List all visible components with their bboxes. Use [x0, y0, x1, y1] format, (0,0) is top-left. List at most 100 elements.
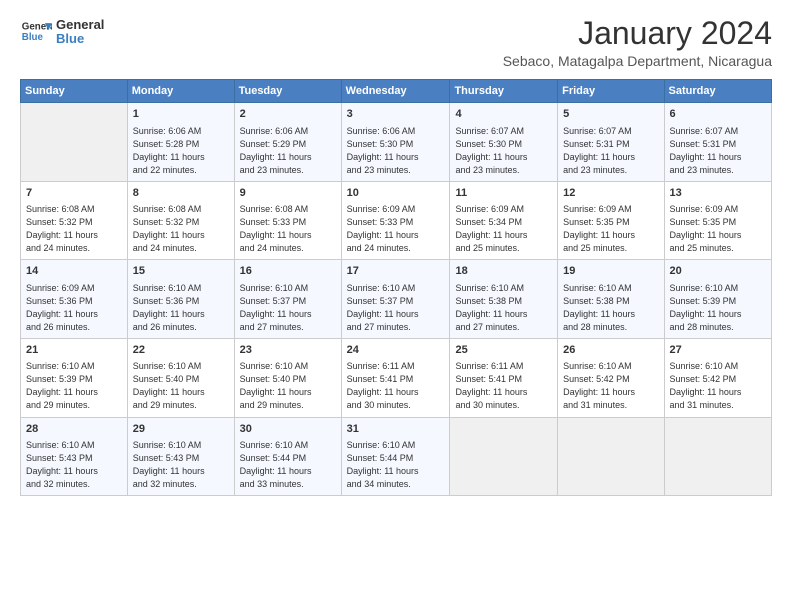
calendar-cell	[450, 417, 558, 496]
calendar-cell: 24 Sunrise: 6:11 AMSunset: 5:41 PMDayligh…	[341, 338, 450, 417]
month-title: January 2024	[503, 16, 772, 51]
day-number: 4	[455, 107, 552, 122]
calendar-cell: 11 Sunrise: 6:09 AMSunset: 5:34 PMDayligh…	[450, 181, 558, 260]
calendar-cell: 30 Sunrise: 6:10 AMSunset: 5:44 PMDayligh…	[234, 417, 341, 496]
day-number: 19	[563, 264, 658, 279]
day-number: 5	[563, 107, 658, 122]
day-number: 18	[455, 264, 552, 279]
calendar-week-1: 7 Sunrise: 6:08 AMSunset: 5:32 PMDaylight…	[21, 181, 772, 260]
day-number: 15	[133, 264, 229, 279]
calendar-cell: 26 Sunrise: 6:10 AMSunset: 5:42 PMDayligh…	[558, 338, 664, 417]
day-number: 20	[670, 264, 766, 279]
calendar-cell: 4 Sunrise: 6:07 AMSunset: 5:30 PMDaylight…	[450, 103, 558, 182]
calendar-week-3: 21 Sunrise: 6:10 AMSunset: 5:39 PMDayligh…	[21, 338, 772, 417]
day-info: Sunrise: 6:10 AMSunset: 5:39 PMDaylight:…	[26, 360, 122, 412]
logo: General Blue General Blue	[20, 16, 104, 48]
day-info: Sunrise: 6:10 AMSunset: 5:43 PMDaylight:…	[26, 439, 122, 491]
day-info: Sunrise: 6:10 AMSunset: 5:42 PMDaylight:…	[563, 360, 658, 412]
calendar-cell: 16 Sunrise: 6:10 AMSunset: 5:37 PMDayligh…	[234, 260, 341, 339]
day-info: Sunrise: 6:07 AMSunset: 5:31 PMDaylight:…	[670, 125, 766, 177]
logo-blue-text: Blue	[56, 32, 104, 46]
col-header-monday: Monday	[127, 80, 234, 103]
logo-text: General Blue	[56, 18, 104, 47]
day-number: 26	[563, 343, 658, 358]
day-number: 10	[347, 186, 445, 201]
col-header-sunday: Sunday	[21, 80, 128, 103]
calendar-cell: 17 Sunrise: 6:10 AMSunset: 5:37 PMDayligh…	[341, 260, 450, 339]
calendar-cell: 2Sunrise: 6:06 AMSunset: 5:29 PMDaylight…	[234, 103, 341, 182]
day-number: 12	[563, 186, 658, 201]
day-number: 9	[240, 186, 336, 201]
day-number: 17	[347, 264, 445, 279]
calendar-cell	[21, 103, 128, 182]
calendar-cell: 13Sunrise: 6:09 AMSunset: 5:35 PMDayligh…	[664, 181, 771, 260]
calendar-cell: 25Sunrise: 6:11 AMSunset: 5:41 PMDayligh…	[450, 338, 558, 417]
calendar-cell: 12 Sunrise: 6:09 AMSunset: 5:35 PMDayligh…	[558, 181, 664, 260]
col-header-friday: Friday	[558, 80, 664, 103]
day-number: 24	[347, 343, 445, 358]
day-info: Sunrise: 6:09 AMSunset: 5:34 PMDaylight:…	[455, 203, 552, 255]
col-header-saturday: Saturday	[664, 80, 771, 103]
day-number: 2	[240, 107, 336, 122]
day-info: Sunrise: 6:10 AMSunset: 5:40 PMDaylight:…	[133, 360, 229, 412]
calendar-cell: 27 Sunrise: 6:10 AMSunset: 5:42 PMDayligh…	[664, 338, 771, 417]
day-info: Sunrise: 6:09 AMSunset: 5:35 PMDaylight:…	[563, 203, 658, 255]
day-info: Sunrise: 6:11 AMSunset: 5:41 PMDaylight:…	[455, 360, 552, 412]
day-info: Sunrise: 6:10 AMSunset: 5:40 PMDaylight:…	[240, 360, 336, 412]
day-number: 27	[670, 343, 766, 358]
calendar-cell: 18 Sunrise: 6:10 AMSunset: 5:38 PMDayligh…	[450, 260, 558, 339]
calendar-cell: 14 Sunrise: 6:09 AMSunset: 5:36 PMDayligh…	[21, 260, 128, 339]
day-number: 7	[26, 186, 122, 201]
day-info: Sunrise: 6:09 AMSunset: 5:36 PMDaylight:…	[26, 282, 122, 334]
calendar-cell: 3 Sunrise: 6:06 AMSunset: 5:30 PMDaylight…	[341, 103, 450, 182]
day-info: Sunrise: 6:10 AMSunset: 5:37 PMDaylight:…	[347, 282, 445, 334]
calendar-cell: 29 Sunrise: 6:10 AMSunset: 5:43 PMDayligh…	[127, 417, 234, 496]
day-info: Sunrise: 6:10 AMSunset: 5:38 PMDaylight:…	[455, 282, 552, 334]
day-info: Sunrise: 6:07 AMSunset: 5:31 PMDaylight:…	[563, 125, 658, 177]
day-number: 11	[455, 186, 552, 201]
day-info: Sunrise: 6:10 AMSunset: 5:37 PMDaylight:…	[240, 282, 336, 334]
calendar-week-4: 28Sunrise: 6:10 AMSunset: 5:43 PMDayligh…	[21, 417, 772, 496]
col-header-wednesday: Wednesday	[341, 80, 450, 103]
col-header-thursday: Thursday	[450, 80, 558, 103]
day-info: Sunrise: 6:09 AMSunset: 5:35 PMDaylight:…	[670, 203, 766, 255]
calendar-header-row: SundayMondayTuesdayWednesdayThursdayFrid…	[21, 80, 772, 103]
calendar-cell: 8Sunrise: 6:08 AMSunset: 5:32 PMDaylight…	[127, 181, 234, 260]
calendar-cell: 6Sunrise: 6:07 AMSunset: 5:31 PMDaylight…	[664, 103, 771, 182]
calendar-cell: 1Sunrise: 6:06 AMSunset: 5:28 PMDaylight…	[127, 103, 234, 182]
calendar-cell: 20 Sunrise: 6:10 AMSunset: 5:39 PMDayligh…	[664, 260, 771, 339]
day-info: Sunrise: 6:08 AMSunset: 5:33 PMDaylight:…	[240, 203, 336, 255]
day-info: Sunrise: 6:10 AMSunset: 5:36 PMDaylight:…	[133, 282, 229, 334]
calendar-cell: 28Sunrise: 6:10 AMSunset: 5:43 PMDayligh…	[21, 417, 128, 496]
logo-general-text: General	[56, 18, 104, 32]
calendar-cell	[558, 417, 664, 496]
day-info: Sunrise: 6:10 AMSunset: 5:44 PMDaylight:…	[240, 439, 336, 491]
day-number: 22	[133, 343, 229, 358]
day-number: 1	[133, 107, 229, 122]
calendar-page: General Blue General Blue January 2024 S…	[0, 0, 792, 612]
day-info: Sunrise: 6:11 AMSunset: 5:41 PMDaylight:…	[347, 360, 445, 412]
day-info: Sunrise: 6:06 AMSunset: 5:30 PMDaylight:…	[347, 125, 445, 177]
calendar-week-2: 14 Sunrise: 6:09 AMSunset: 5:36 PMDayligh…	[21, 260, 772, 339]
day-info: Sunrise: 6:09 AMSunset: 5:33 PMDaylight:…	[347, 203, 445, 255]
calendar-cell: 19Sunrise: 6:10 AMSunset: 5:38 PMDayligh…	[558, 260, 664, 339]
calendar-cell: 23Sunrise: 6:10 AMSunset: 5:40 PMDayligh…	[234, 338, 341, 417]
day-number: 21	[26, 343, 122, 358]
day-info: Sunrise: 6:10 AMSunset: 5:42 PMDaylight:…	[670, 360, 766, 412]
day-info: Sunrise: 6:07 AMSunset: 5:30 PMDaylight:…	[455, 125, 552, 177]
day-info: Sunrise: 6:10 AMSunset: 5:39 PMDaylight:…	[670, 282, 766, 334]
day-number: 30	[240, 422, 336, 437]
calendar-cell: 15 Sunrise: 6:10 AMSunset: 5:36 PMDayligh…	[127, 260, 234, 339]
calendar-week-0: 1Sunrise: 6:06 AMSunset: 5:28 PMDaylight…	[21, 103, 772, 182]
calendar-table: SundayMondayTuesdayWednesdayThursdayFrid…	[20, 79, 772, 496]
day-info: Sunrise: 6:08 AMSunset: 5:32 PMDaylight:…	[26, 203, 122, 255]
day-number: 3	[347, 107, 445, 122]
day-info: Sunrise: 6:10 AMSunset: 5:43 PMDaylight:…	[133, 439, 229, 491]
calendar-cell: 22 Sunrise: 6:10 AMSunset: 5:40 PMDayligh…	[127, 338, 234, 417]
day-number: 16	[240, 264, 336, 279]
day-number: 14	[26, 264, 122, 279]
svg-text:Blue: Blue	[22, 32, 44, 43]
day-number: 29	[133, 422, 229, 437]
title-block: January 2024 Sebaco, Matagalpa Departmen…	[503, 16, 772, 69]
col-header-tuesday: Tuesday	[234, 80, 341, 103]
